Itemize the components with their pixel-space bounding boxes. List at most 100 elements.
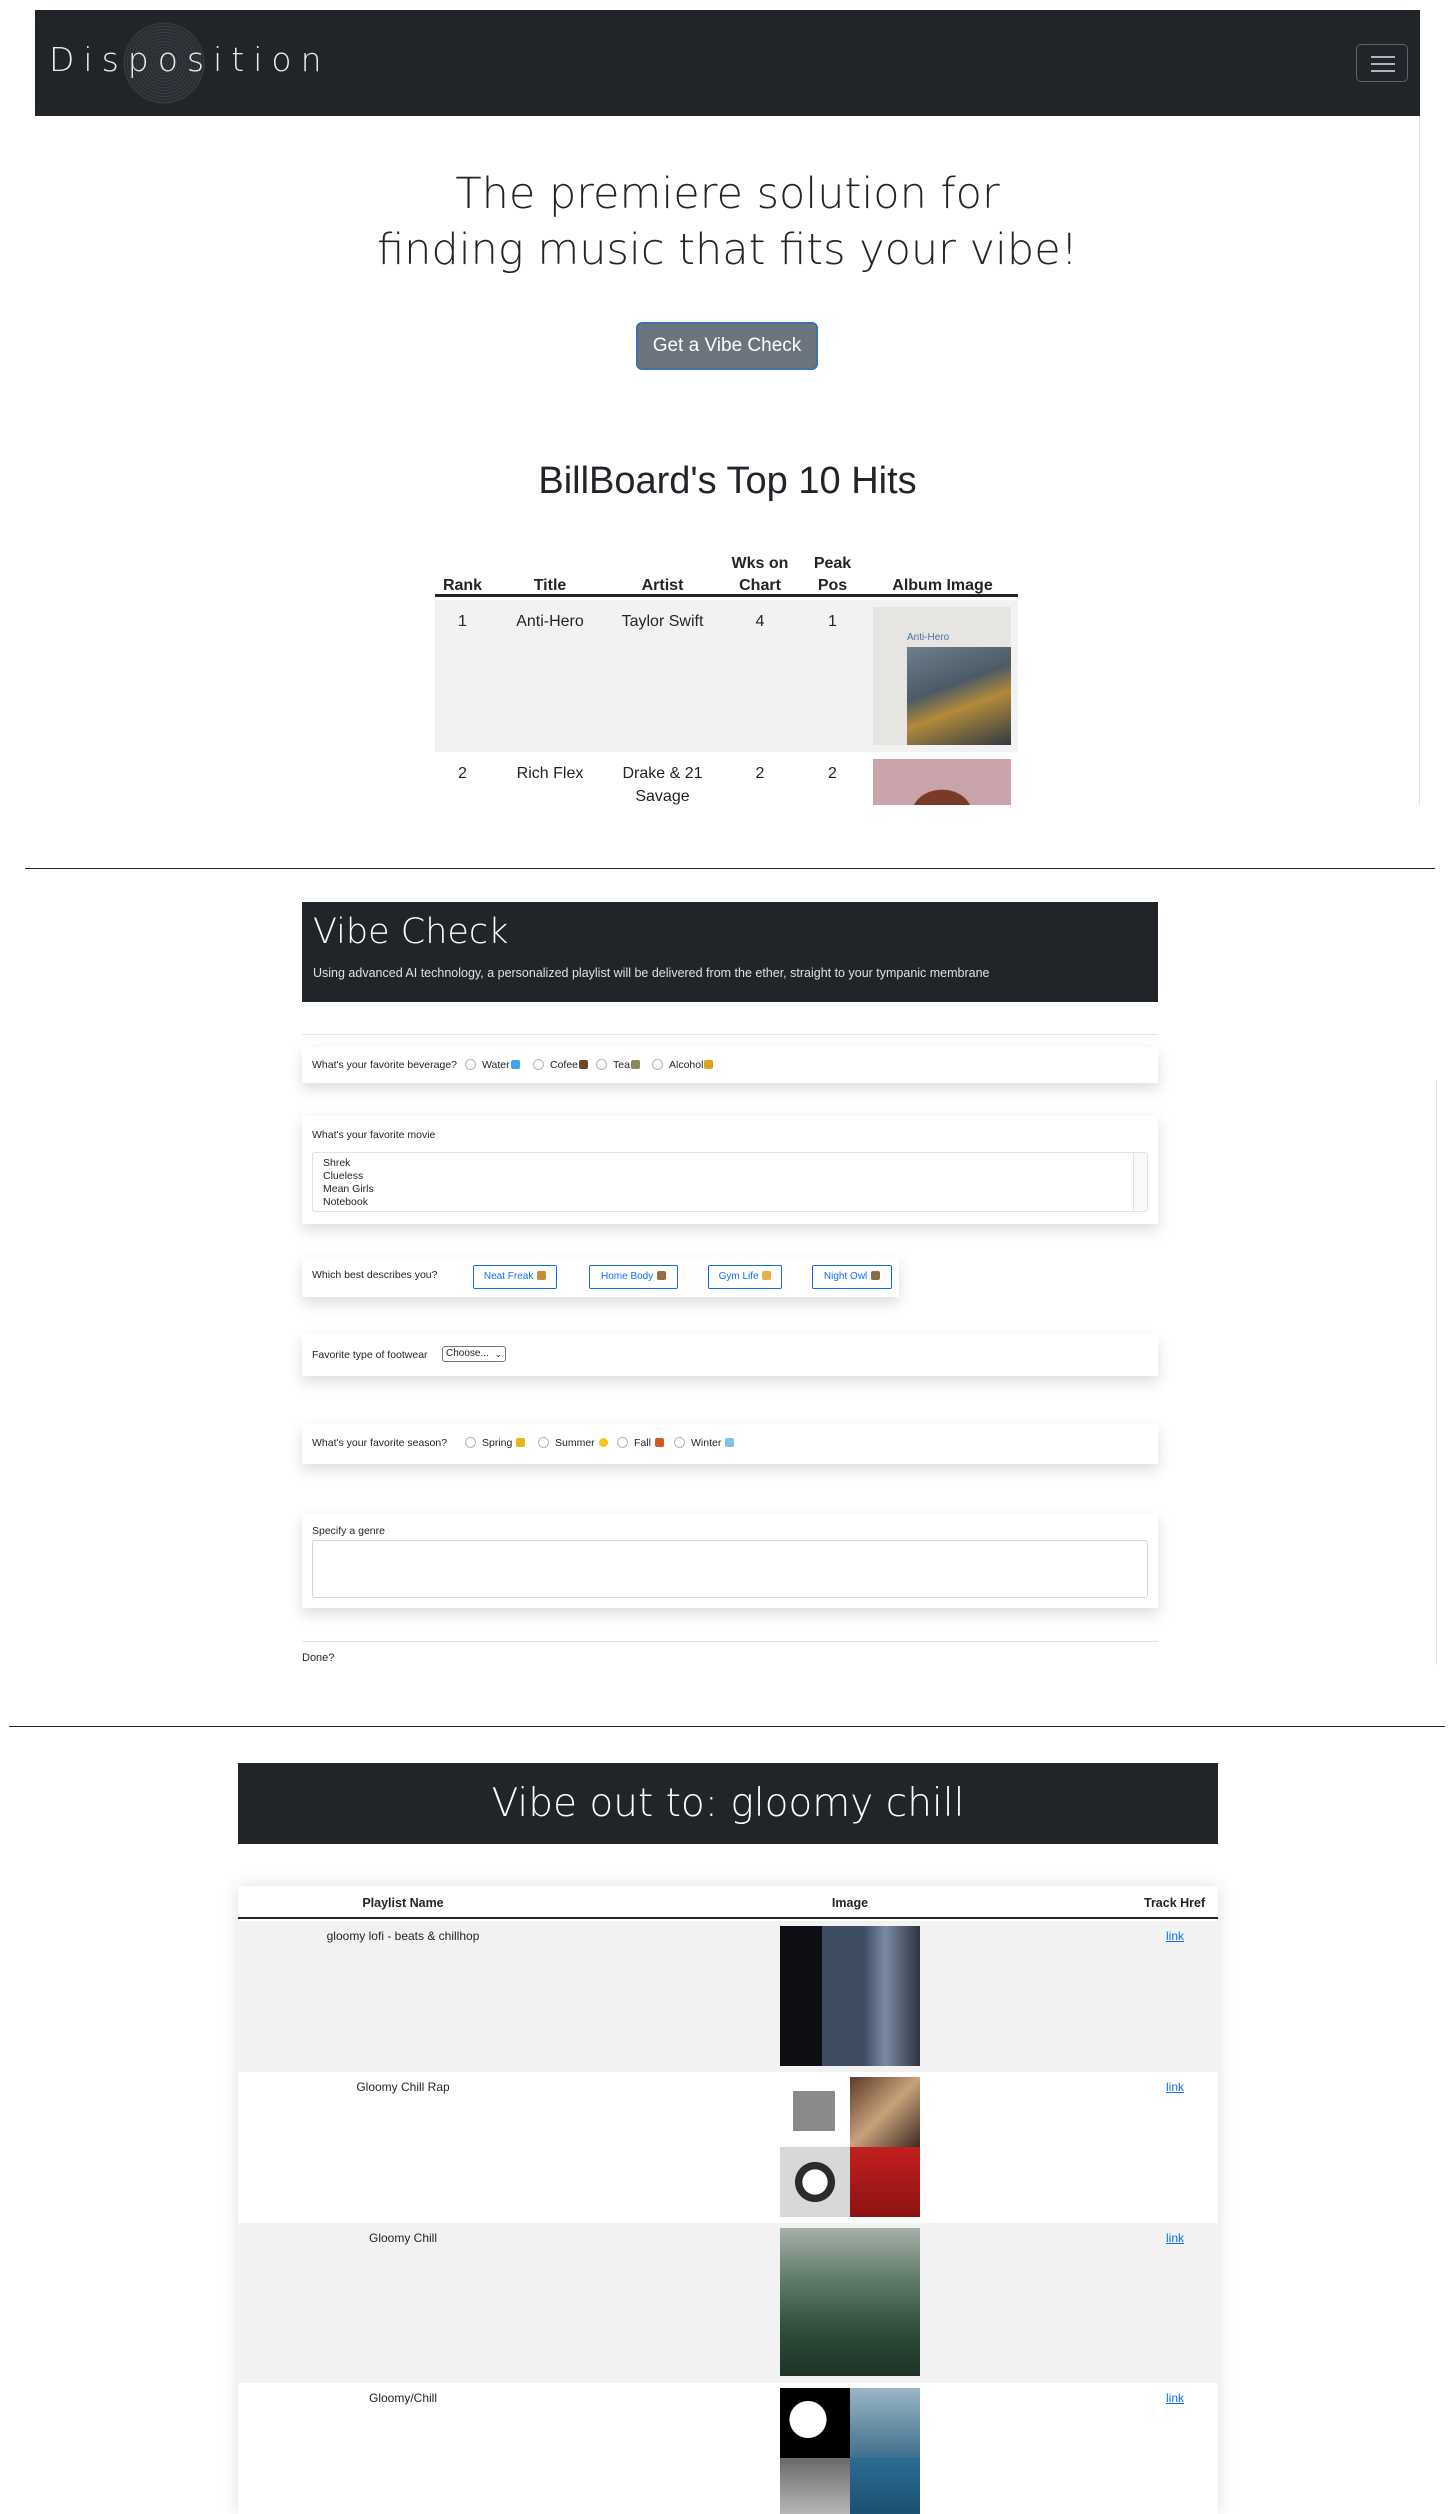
title-cell: Rich Flex [516,765,584,782]
droplet-icon [510,1060,520,1069]
playlist-table-header: Playlist Name Image Track Href [238,1886,1218,1919]
house-icon [657,1271,667,1280]
footwear-question: Favorite type of footwear [312,1349,428,1361]
season-question-card: What's your favorite season? Spring Summ… [302,1424,1158,1464]
coffee-icon [579,1060,589,1069]
rank-cell: 2 [458,765,467,782]
movie-select-list[interactable]: Shrek Clueless Mean Girls Notebook [312,1152,1148,1212]
gym-life-button[interactable]: Gym Life [708,1265,782,1289]
section-border [1436,1080,1437,1665]
night-owl-button[interactable]: Night Owl [812,1265,892,1289]
leaf-icon [654,1438,664,1447]
album-cover-image: Anti-Hero [873,607,1011,745]
table-row: Gloomy/Chill link [238,2383,1218,2514]
beverage-question: What's your favorite beverage? [312,1059,457,1071]
beverage-label-tea: Tea [613,1059,640,1071]
playlist-heading: Vibe out to: gloomy chill [238,1763,1218,1844]
playlist-cover-image [780,2388,920,2514]
teacup-icon [630,1060,640,1069]
table-row: Gloomy Chill link [238,2223,1218,2383]
playlist-cover-image [780,1926,920,2066]
movie-option[interactable]: Clueless [323,1170,363,1183]
track-link[interactable]: link [1166,2080,1184,2094]
snowflake-icon [725,1438,735,1447]
hamburger-icon [1371,63,1395,65]
season-radio-fall[interactable] [617,1437,628,1448]
season-label-summer: Summer [555,1437,608,1449]
genre-textarea[interactable] [312,1540,1148,1598]
col-track-href: Track Href [1144,1896,1206,1910]
hamburger-icon [1371,56,1395,58]
sunflower-icon [516,1438,526,1447]
track-link[interactable]: link [1166,1929,1184,1943]
table-row: 1 Anti-Hero Taylor Swift 4 1 Anti-Hero [435,600,1018,752]
footwear-question-card: Favorite type of footwear Choose... ⌄ [302,1334,1158,1376]
col-artist: Artist [641,577,684,594]
genre-label: Specify a genre [312,1525,385,1537]
table-row: 2 Rich Flex Drake & 21 Savage 2 2 [435,752,1018,805]
beer-icon [704,1060,714,1069]
track-link[interactable]: link [1166,2231,1184,2245]
navbar: Disposition [35,10,1420,116]
section-divider [9,1726,1445,1727]
peak-cell: 2 [828,765,837,782]
hero-line-1: The premiere solution for [455,169,1000,219]
beverage-radio-water[interactable] [465,1059,476,1070]
season-question: What's your favorite season? [312,1437,448,1449]
peak-cell: 1 [828,613,837,630]
broom-icon [537,1271,547,1280]
playlist-cover-image [780,2077,920,2217]
movie-option[interactable]: Mean Girls [323,1183,374,1196]
owl-icon [871,1271,881,1280]
season-radio-winter[interactable] [674,1437,685,1448]
beverage-question-card: What's your favorite beverage? Water Cof… [302,1047,1158,1083]
col-wks-on-chart: Wks on Chart [731,555,789,594]
hero-heading: The premiere solution for finding music … [35,166,1420,278]
movie-option[interactable]: Notebook [323,1196,368,1209]
playlist-name-cell: Gloomy Chill [368,2231,437,2245]
beverage-radio-cofee[interactable] [533,1059,544,1070]
album-cover-image [873,759,1011,805]
billboard-table: Rank Title Artist Wks on Chart Peak Pos … [435,537,1018,805]
billboard-title: BillBoard's Top 10 Hits [538,460,917,502]
neat-freak-button[interactable]: Neat Freak [473,1265,557,1289]
describe-question: Which best describes you? [312,1269,438,1281]
beverage-radio-tea[interactable] [596,1059,607,1070]
section-divider [25,868,1435,869]
col-image: Image [831,1896,869,1910]
brand-name[interactable]: Disposition [49,40,330,79]
beverage-label-water: Water [482,1059,520,1071]
playlist-table: Playlist Name Image Track Href gloomy lo… [238,1886,1218,2514]
artist-cell: Taylor Swift [621,613,704,630]
chevron-down-icon: ⌄ [494,1349,502,1359]
hero-line-2: finding music that fits your vibe! [377,225,1078,275]
describe-question-card: Which best describes you? Neat Freak Hom… [302,1257,899,1297]
season-label-spring: Spring [482,1437,526,1449]
wks-cell: 2 [755,765,765,782]
form-divider [302,1641,1158,1642]
navbar-toggle-button[interactable] [1356,44,1408,82]
col-playlist-name: Playlist Name [362,1896,444,1910]
sun-icon [598,1438,608,1447]
table-row: gloomy lofi - beats & chillhop link [238,1921,1218,2072]
flexed-bicep-icon [762,1271,772,1280]
vibe-check-header: Vibe Check Using advanced AI technology,… [302,902,1158,1002]
beverage-radio-alcohol[interactable] [652,1059,663,1070]
genre-question-card: Specify a genre [302,1514,1158,1608]
vibe-check-subtitle: Using advanced AI technology, a personal… [313,966,990,980]
col-title: Title [533,577,567,594]
beverage-label-alcohol: Alcohol [669,1059,714,1071]
movie-option[interactable]: Shrek [323,1157,350,1170]
done-label[interactable]: Done? [302,1652,334,1664]
season-radio-spring[interactable] [465,1437,476,1448]
home-body-button[interactable]: Home Body [589,1265,678,1289]
track-link[interactable]: link [1166,2391,1184,2405]
footwear-select[interactable]: Choose... ⌄ [442,1346,506,1362]
table-row: Gloomy Chill Rap link [238,2072,1218,2223]
get-vibe-check-button[interactable]: Get a Vibe Check [636,322,818,370]
movie-list-scrollbar[interactable] [1133,1153,1147,1211]
season-radio-summer[interactable] [538,1437,549,1448]
col-peak-pos: Peak Pos [813,555,852,594]
playlist-name-cell: gloomy lofi - beats & chillhop [326,1929,480,1943]
vibe-check-title: Vibe Check [313,912,509,952]
